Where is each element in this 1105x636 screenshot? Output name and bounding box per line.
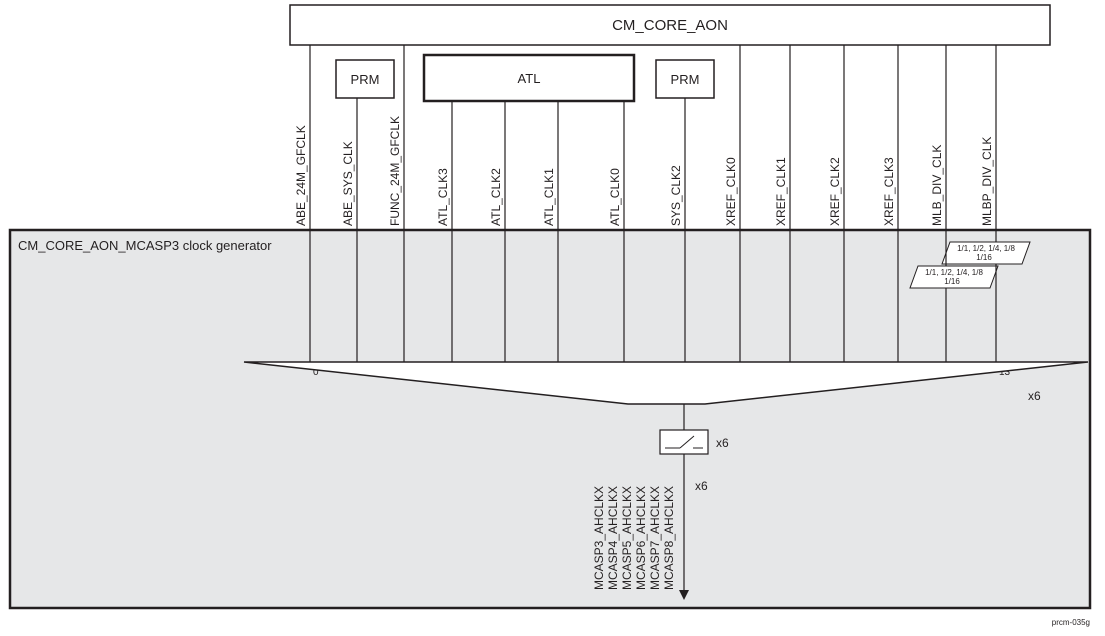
output-label: MCASP4_AHCLKX bbox=[606, 486, 620, 590]
footer-id: prcm-035g bbox=[1052, 618, 1090, 627]
divider-top-l2: 1/16 bbox=[976, 253, 992, 262]
atl-label: ATL bbox=[518, 71, 541, 86]
output-label: MCASP7_AHCLKX bbox=[648, 486, 662, 590]
input-label: ATL_CLK3 bbox=[436, 168, 450, 226]
input-label: XREF_CLK1 bbox=[774, 157, 788, 226]
prm-right-label: PRM bbox=[671, 72, 700, 87]
input-label: MLBP_DIV_CLK bbox=[980, 137, 994, 226]
input-label: ABE_24M_GFCLK bbox=[294, 125, 308, 226]
input-label: ABE_SYS_CLK bbox=[341, 141, 355, 226]
prm-left-label: PRM bbox=[351, 72, 380, 87]
input-label: MLB_DIV_CLK bbox=[930, 145, 944, 226]
input-label: SYS_CLK2 bbox=[669, 165, 683, 226]
switch-x6: x6 bbox=[716, 436, 729, 450]
divider-top-l1: 1/1, 1/2, 1/4, 1/8 bbox=[957, 244, 1015, 253]
cm-core-aon-label: CM_CORE_AON bbox=[612, 17, 728, 34]
switch-box bbox=[660, 430, 708, 454]
mux-x6-right: x6 bbox=[1028, 389, 1041, 403]
generator-label: CM_CORE_AON_MCASP3 clock generator bbox=[18, 238, 272, 253]
input-label: ATL_CLK2 bbox=[489, 168, 503, 226]
input-label: XREF_CLK3 bbox=[882, 157, 896, 226]
output-label: MCASP5_AHCLKX bbox=[620, 486, 634, 590]
divider-bottom-l2: 1/16 bbox=[944, 277, 960, 286]
input-label: ATL_CLK0 bbox=[608, 168, 622, 226]
input-label: XREF_CLK2 bbox=[828, 157, 842, 226]
input-label: ATL_CLK1 bbox=[542, 168, 556, 226]
output-label: MCASP8_AHCLKX bbox=[662, 486, 676, 590]
divider-bottom-l1: 1/1, 1/2, 1/4, 1/8 bbox=[925, 268, 983, 277]
input-label: XREF_CLK0 bbox=[724, 157, 738, 226]
output-x6: x6 bbox=[695, 479, 708, 493]
output-label: MCASP6_AHCLKX bbox=[634, 486, 648, 590]
output-label: MCASP3_AHCLKX bbox=[592, 486, 606, 590]
input-label: FUNC_24M_GFCLK bbox=[388, 116, 402, 226]
